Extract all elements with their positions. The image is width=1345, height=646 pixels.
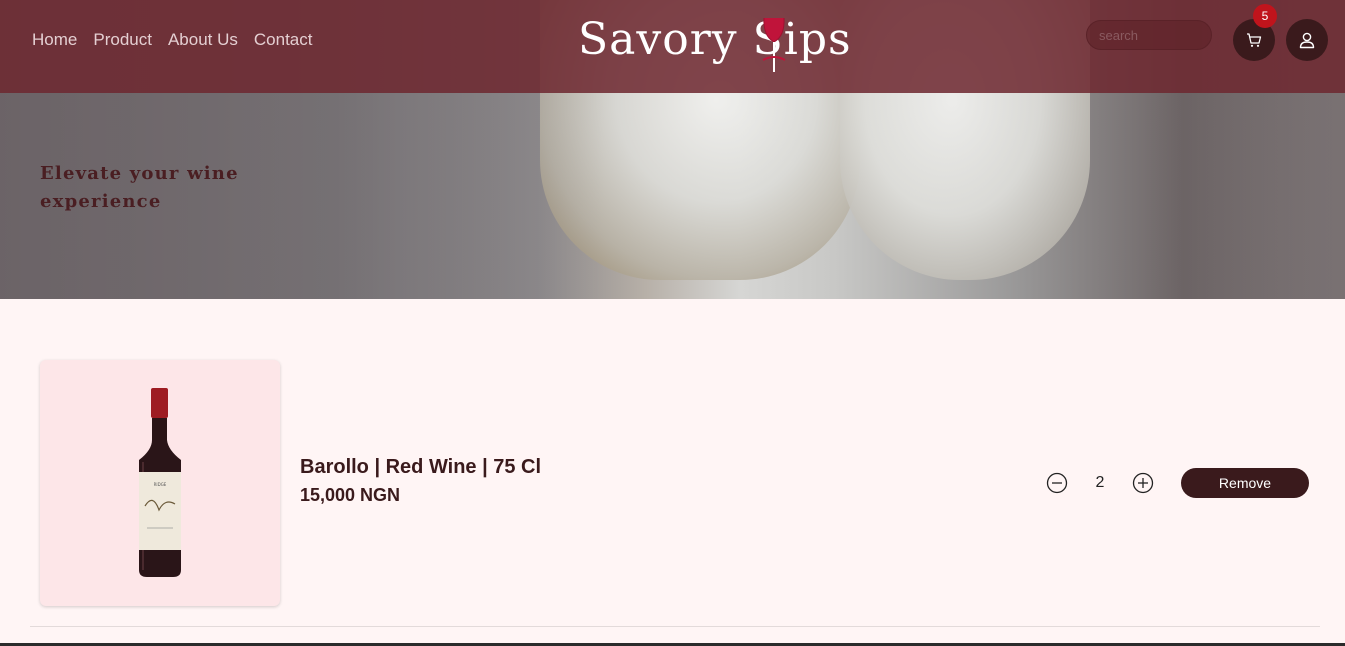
nav-link-contact[interactable]: Contact <box>254 30 313 50</box>
svg-text:RIDGE: RIDGE <box>154 482 167 487</box>
product-image-card: RIDGE <box>40 360 280 606</box>
nav-links: Home Product About Us Contact <box>32 30 312 50</box>
cart-count-badge: 5 <box>1253 4 1277 28</box>
cart-item-name: Barollo | Red Wine | 75 Cl <box>300 456 542 478</box>
navbar: Home Product About Us Contact Savory Sip… <box>0 0 1345 93</box>
divider <box>30 626 1320 627</box>
search-input[interactable] <box>1086 20 1212 50</box>
nav-link-product[interactable]: Product <box>93 30 152 50</box>
brand-logo[interactable]: Savory Sips <box>578 14 851 76</box>
user-icon <box>1299 32 1315 49</box>
increase-quantity-button[interactable] <box>1132 472 1154 494</box>
wine-glass-icon <box>762 17 786 72</box>
nav-link-home[interactable]: Home <box>32 30 77 50</box>
remove-item-button[interactable]: Remove <box>1181 468 1309 498</box>
hero-tagline: Elevate your wine experience <box>40 163 239 212</box>
brand-logo-text: Savory Sips <box>578 14 852 65</box>
cart-icon <box>1247 33 1262 47</box>
decrease-quantity-button[interactable] <box>1046 472 1068 494</box>
wine-bottle-image: RIDGE <box>139 388 181 577</box>
user-account-button[interactable] <box>1286 19 1328 61</box>
cart-item-price: 15,000 NGN <box>300 485 401 505</box>
nav-link-about-us[interactable]: About Us <box>168 30 238 50</box>
quantity-value: 2 <box>1095 474 1105 491</box>
